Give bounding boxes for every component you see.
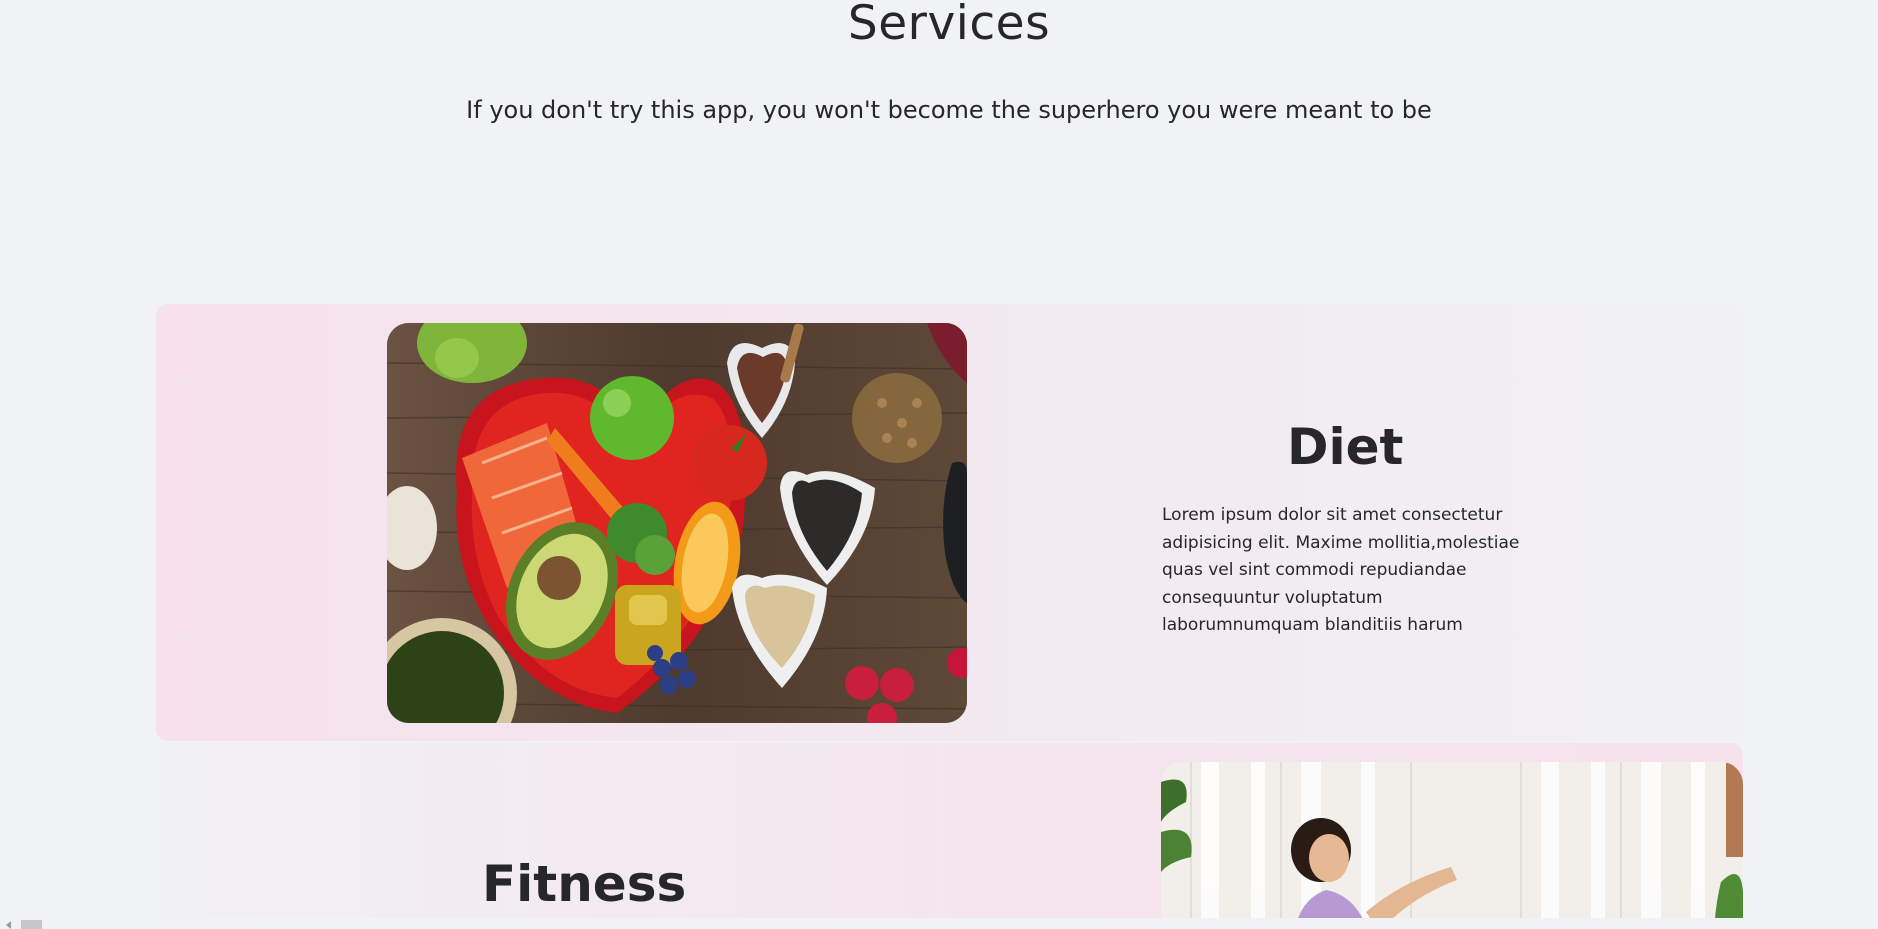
diet-card: Diet Lorem ipsum dolor sit amet consecte… (156, 304, 1743, 741)
horizontal-scrollbar[interactable] (0, 918, 1878, 929)
scrollbar-thumb[interactable] (21, 920, 42, 929)
fitness-card: Fitness (156, 743, 1743, 929)
services-title: Services (847, 0, 1051, 51)
fitness-heading: Fitness (482, 855, 687, 913)
services-subtitle: If you don't try this app, you won't bec… (466, 96, 1432, 124)
diet-heading: Diet (1287, 418, 1404, 476)
diet-food-image (387, 323, 967, 723)
fitness-woman-image (1161, 762, 1743, 929)
food-illustration (387, 323, 967, 723)
diet-description: Lorem ipsum dolor sit amet consectetur a… (1162, 505, 1520, 635)
fitness-illustration (1161, 762, 1743, 929)
scroll-left-icon[interactable] (6, 921, 11, 929)
